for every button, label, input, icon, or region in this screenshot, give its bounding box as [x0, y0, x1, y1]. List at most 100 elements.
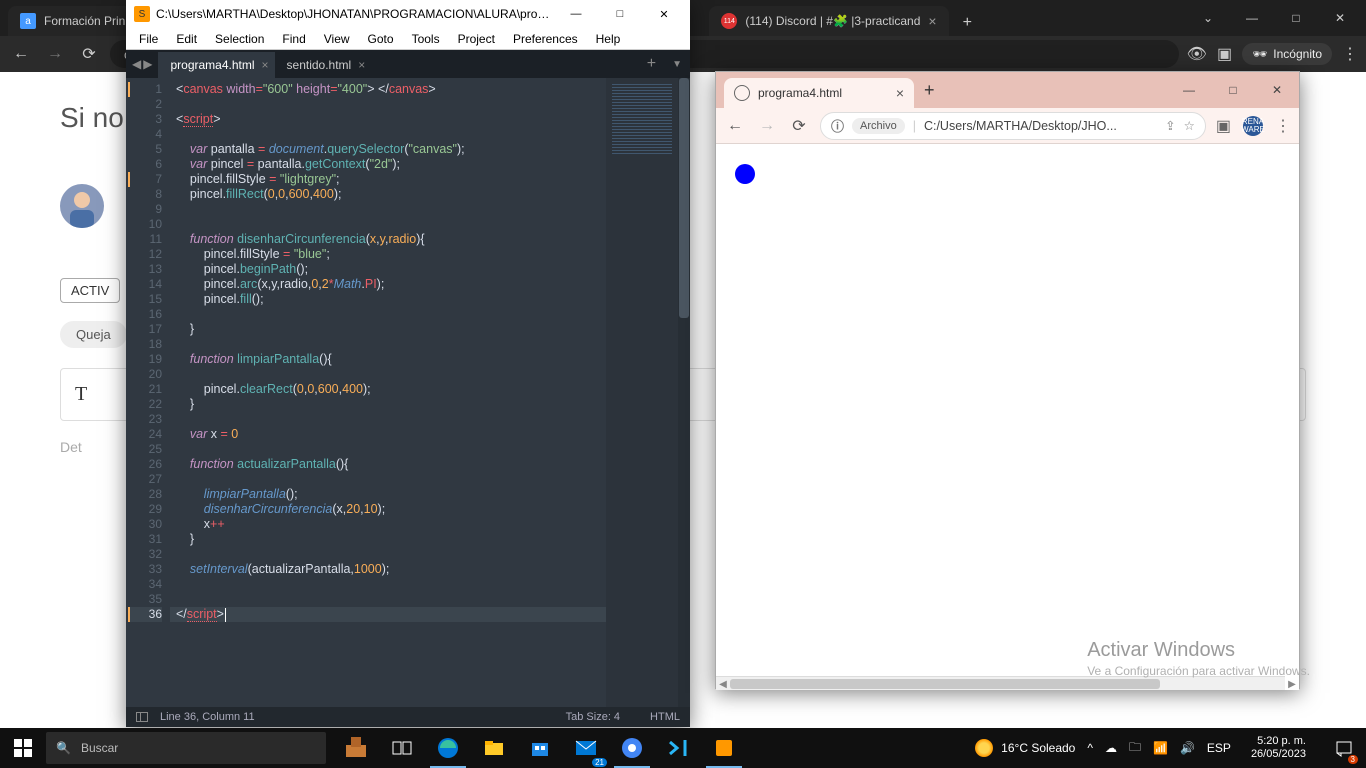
close-icon[interactable]: ×: [928, 13, 936, 29]
menu-project[interactable]: Project: [451, 30, 502, 48]
alura-favicon-icon: a: [20, 13, 36, 29]
tab-menu-icon[interactable]: ▼: [664, 59, 690, 70]
minimize-button[interactable]: —: [1234, 11, 1270, 25]
menu-selection[interactable]: Selection: [208, 30, 271, 48]
taskbar-vscode-icon[interactable]: [656, 728, 700, 768]
share-icon[interactable]: ⇪: [1165, 118, 1175, 133]
taskbar-edge-icon[interactable]: [426, 728, 470, 768]
info-icon[interactable]: ⓘ: [831, 116, 844, 135]
sublime-tabs: ◀ ▶ programa4.html × sentido.html × + ▼: [126, 50, 690, 78]
reload-button[interactable]: ⟳: [788, 116, 810, 136]
language-indicator[interactable]: ESP: [1207, 741, 1231, 755]
battery-icon[interactable]: 🗀: [1129, 738, 1141, 759]
globe-icon: [734, 85, 750, 101]
notifications-button[interactable]: 3: [1326, 728, 1362, 768]
minimize-button[interactable]: —: [1167, 83, 1211, 97]
tab-nav-right-icon[interactable]: ▶: [143, 57, 152, 71]
chrome2-url-input[interactable]: ⓘ Archivo | C:/Users/MARTHA/Desktop/JHO.…: [820, 112, 1206, 140]
tab-sentido[interactable]: sentido.html ×: [275, 52, 372, 78]
sublime-statusbar: Line 36, Column 11 Tab Size: 4 HTML: [126, 707, 690, 727]
taskbar-search[interactable]: 🔍 Buscar: [46, 732, 326, 764]
new-tab-button[interactable]: +: [639, 55, 664, 73]
taskbar-weather[interactable]: 16°C Soleado: [975, 739, 1075, 757]
sidebar-toggle-icon[interactable]: [136, 712, 148, 722]
taskbar-app-icons: 21: [334, 728, 746, 768]
minimize-button[interactable]: —: [556, 8, 596, 21]
code-area[interactable]: <canvas width="600" height="400"> </canv…: [170, 78, 606, 707]
new-tab-button[interactable]: +: [955, 10, 980, 36]
chrome2-tab[interactable]: programa4.html ×: [724, 78, 914, 108]
weather-label: 16°C Soleado: [1001, 741, 1075, 755]
taskbar-clock[interactable]: 5:20 p. m. 26/05/2023: [1243, 735, 1314, 760]
tab-programa4[interactable]: programa4.html ×: [158, 52, 274, 78]
scroll-left-icon[interactable]: ◀: [716, 677, 730, 691]
menu-find[interactable]: Find: [275, 30, 312, 48]
close-icon[interactable]: ×: [262, 58, 269, 72]
reload-button[interactable]: ⟳: [76, 44, 102, 64]
start-button[interactable]: [0, 728, 46, 768]
back-button[interactable]: ←: [8, 45, 34, 63]
discord-favicon-icon: 114: [721, 13, 737, 29]
avatar[interactable]: [60, 184, 104, 228]
chevron-up-icon[interactable]: ^: [1087, 741, 1093, 755]
taskbar-taskview-icon[interactable]: [380, 728, 424, 768]
horizontal-scrollbar[interactable]: ◀ ▶: [716, 676, 1285, 690]
menu-help[interactable]: Help: [589, 30, 628, 48]
taskbar-chrome-icon[interactable]: [610, 728, 654, 768]
sublime-titlebar[interactable]: S C:\Users\MARTHA\Desktop\JHONATAN\PROGR…: [126, 0, 690, 28]
menu-tools[interactable]: Tools: [405, 30, 447, 48]
close-button[interactable]: ✕: [1322, 11, 1358, 25]
queja-pill[interactable]: Queja: [60, 321, 127, 348]
maximize-button[interactable]: □: [1211, 83, 1255, 97]
maximize-button[interactable]: □: [1278, 11, 1314, 25]
volume-icon[interactable]: 🔊: [1180, 741, 1195, 755]
back-button[interactable]: ←: [724, 117, 746, 135]
bg-tab-discord[interactable]: 114 (114) Discord | #🧩 |3-practicand ×: [709, 6, 948, 36]
maximize-button[interactable]: □: [600, 8, 640, 21]
taskbar-sublime-icon[interactable]: [702, 728, 746, 768]
menu-edit[interactable]: Edit: [169, 30, 204, 48]
taskbar-monument-icon[interactable]: [334, 728, 378, 768]
close-button[interactable]: ✕: [644, 8, 684, 21]
forward-button[interactable]: →: [42, 45, 68, 63]
onedrive-icon[interactable]: ☁: [1105, 741, 1117, 755]
tab-nav-left-icon[interactable]: ◀: [132, 57, 141, 71]
new-tab-button[interactable]: +: [914, 80, 945, 101]
menu-icon[interactable]: ⋮: [1275, 116, 1291, 136]
panel-icon[interactable]: ▣: [1216, 116, 1231, 136]
taskbar-mail-icon[interactable]: 21: [564, 728, 608, 768]
forward-button[interactable]: →: [756, 117, 778, 135]
chrome2-address-bar: ← → ⟳ ⓘ Archivo | C:/Users/MARTHA/Deskto…: [716, 108, 1299, 144]
bg-tab-alura[interactable]: a Formación Prin: [8, 6, 137, 36]
text-format-icon[interactable]: T: [75, 383, 87, 406]
minimap[interactable]: [606, 78, 678, 707]
scroll-right-icon[interactable]: ▶: [1285, 677, 1299, 691]
clock-time: 5:20 p. m.: [1251, 735, 1306, 748]
chevron-down-icon[interactable]: ⌄: [1190, 11, 1226, 25]
profile-avatar-icon[interactable]: RENAWARE: [1243, 116, 1263, 136]
eye-off-icon[interactable]: 👁: [1187, 44, 1207, 64]
menu-preferences[interactable]: Preferences: [506, 30, 585, 48]
scrollbar-thumb[interactable]: [679, 78, 689, 318]
line-gutter[interactable]: 1234567891011121314151617181920212223242…: [126, 78, 170, 707]
star-icon[interactable]: ☆: [1184, 118, 1195, 133]
menu-view[interactable]: View: [317, 30, 357, 48]
scrollbar-thumb[interactable]: [730, 679, 1160, 689]
status-tabsize[interactable]: Tab Size: 4: [566, 711, 620, 723]
status-cursor-pos[interactable]: Line 36, Column 11: [160, 711, 255, 723]
panel-icon[interactable]: ▣: [1217, 44, 1232, 64]
sublime-app-icon: S: [134, 6, 150, 22]
taskbar-explorer-icon[interactable]: [472, 728, 516, 768]
wifi-icon[interactable]: 📶: [1153, 741, 1168, 755]
taskbar-store-icon[interactable]: [518, 728, 562, 768]
incognito-badge[interactable]: 🕶 Incógnito: [1242, 43, 1332, 65]
menu-file[interactable]: File: [132, 30, 165, 48]
vertical-scrollbar[interactable]: [678, 78, 690, 707]
status-language[interactable]: HTML: [650, 711, 680, 723]
menu-icon[interactable]: ⋮: [1342, 44, 1358, 64]
sublime-title: C:\Users\MARTHA\Desktop\JHONATAN\PROGRAM…: [156, 7, 556, 21]
menu-goto[interactable]: Goto: [361, 30, 401, 48]
close-button[interactable]: ✕: [1255, 83, 1299, 97]
close-icon[interactable]: ×: [358, 58, 365, 72]
close-icon[interactable]: ×: [896, 85, 904, 101]
